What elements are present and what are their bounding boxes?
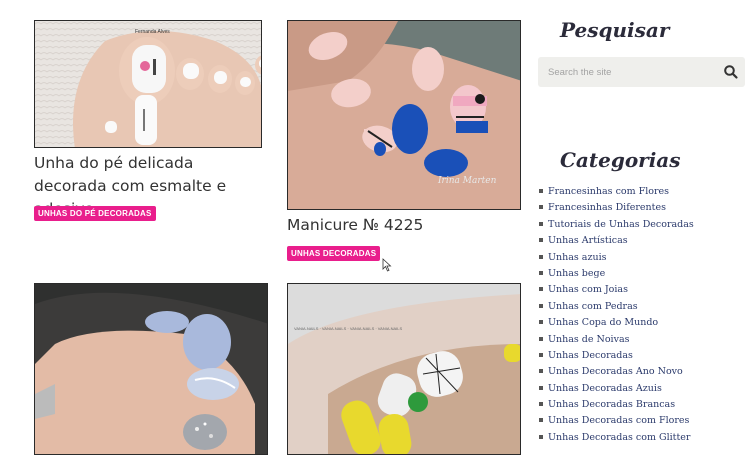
bullet-icon [539, 205, 543, 210]
category-link[interactable]: Unhas com Pedras [539, 299, 694, 315]
category-tag-1[interactable]: UNHAS DO PÉ DECORADAS [34, 206, 156, 221]
category-tag-2[interactable]: UNHAS DECORADAS [287, 246, 381, 261]
category-link[interactable]: Unhas Decoradas Brancas [539, 397, 694, 413]
blue-glitter-photo [35, 284, 267, 454]
bullet-icon [539, 287, 543, 292]
categories-widget-title: Categorias [560, 148, 681, 172]
search-input[interactable] [538, 57, 718, 87]
bullet-icon [539, 336, 543, 341]
category-label: Francesinhas Diferentes [548, 202, 666, 214]
bullet-icon [539, 320, 543, 325]
category-label: Unhas com Joias [548, 284, 628, 296]
category-link[interactable]: Unhas de Noivas [539, 332, 694, 348]
category-label: Unhas Decoradas [548, 349, 633, 361]
category-label: Unhas Decoradas Ano Novo [548, 366, 683, 378]
category-label: Unhas Copa do Mundo [548, 317, 659, 329]
categories-list: Francesinhas com Flores Francesinhas Dif… [539, 184, 694, 446]
bullet-icon [539, 418, 543, 423]
category-link[interactable]: Unhas com Joias [539, 282, 694, 298]
geometric-photo: VANIA.NAILS · VANIA.NAILS · VANIA.NAILS … [288, 284, 520, 454]
post-title-2[interactable]: Manicure № 4225 [287, 214, 521, 237]
post-image-blue-glitter[interactable] [34, 283, 268, 455]
svg-text:Irina Marten: Irina Marten [437, 176, 497, 186]
category-link[interactable]: Francesinhas Diferentes [539, 200, 694, 216]
category-label: Unhas com Pedras [548, 300, 638, 312]
post-image-manicure[interactable]: Irina Marten [287, 20, 521, 210]
category-label: Unhas Artísticas [548, 235, 628, 247]
category-link[interactable]: Unhas Decoradas com Flores [539, 413, 694, 429]
search-icon[interactable] [723, 64, 739, 80]
svg-text:Fernanda Alves: Fernanda Alves [135, 29, 170, 35]
category-link[interactable]: Unhas Decoradas com Glitter [539, 430, 694, 446]
category-link[interactable]: Tutoriais de Unhas Decoradas [539, 217, 694, 233]
category-label: Unhas de Noivas [548, 333, 630, 345]
category-link[interactable]: Unhas Decoradas Azuis [539, 381, 694, 397]
category-label: Unhas bege [548, 267, 606, 279]
bullet-icon [539, 385, 543, 390]
category-link[interactable]: Francesinhas com Flores [539, 184, 694, 200]
category-link[interactable]: Unhas azuis [539, 250, 694, 266]
bullet-icon [539, 402, 543, 407]
bullet-icon [539, 352, 543, 357]
bullet-icon [539, 254, 543, 259]
mouse-cursor-icon [382, 258, 392, 272]
search-form [538, 57, 745, 87]
category-label: Unhas Decoradas Brancas [548, 399, 676, 411]
category-link[interactable]: Unhas Copa do Mundo [539, 315, 694, 331]
pedicure-photo: Fernanda Alves [35, 21, 261, 147]
search-widget-title: Pesquisar [560, 18, 670, 42]
category-label: Unhas Decoradas com Flores [548, 415, 690, 427]
bullet-icon [539, 189, 543, 193]
category-link[interactable]: Unhas bege [539, 266, 694, 282]
post-image-geometric[interactable]: VANIA.NAILS · VANIA.NAILS · VANIA.NAILS … [287, 283, 521, 455]
category-link[interactable]: Unhas Decoradas Ano Novo [539, 364, 694, 380]
bullet-icon [539, 221, 543, 226]
category-link[interactable]: Unhas Decoradas [539, 348, 694, 364]
bullet-icon [539, 238, 543, 243]
category-label: Unhas azuis [548, 251, 607, 263]
category-label: Tutoriais de Unhas Decoradas [548, 218, 694, 230]
bullet-icon [539, 369, 543, 374]
bullet-icon [539, 303, 543, 308]
category-label: Unhas Decoradas Azuis [548, 382, 662, 394]
bullet-icon [539, 270, 543, 275]
svg-text:VANIA.NAILS · VANIA.NAILS · VA: VANIA.NAILS · VANIA.NAILS · VANIA.NAILS … [294, 326, 403, 331]
category-link[interactable]: Unhas Artísticas [539, 233, 694, 249]
manicure-photo: Irina Marten [288, 21, 520, 209]
category-label: Unhas Decoradas com Glitter [548, 431, 691, 443]
bullet-icon [539, 434, 543, 439]
post-image-pedicure[interactable]: Fernanda Alves [34, 20, 262, 148]
category-label: Francesinhas com Flores [548, 186, 670, 197]
